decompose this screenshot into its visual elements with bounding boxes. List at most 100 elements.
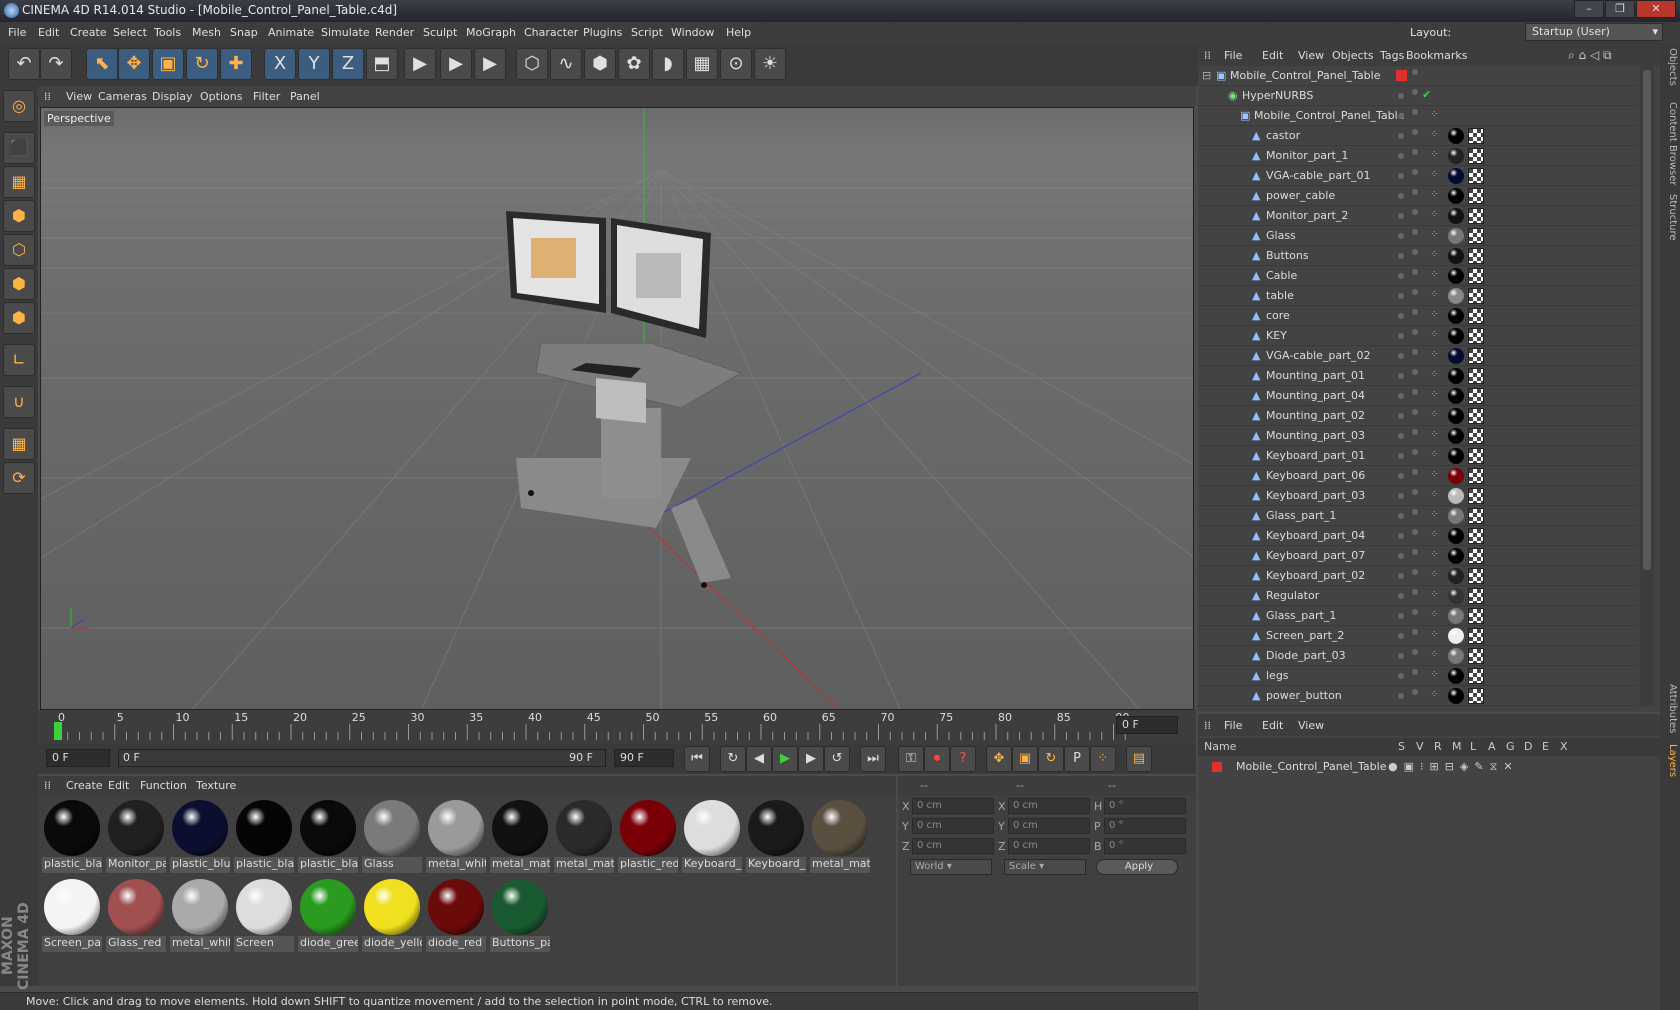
material-swatch[interactable]: metal_mate — [554, 798, 614, 874]
material-tag-icon[interactable] — [1448, 208, 1464, 224]
coord-mode-select[interactable]: World ▾ — [910, 859, 992, 875]
menu-script[interactable]: Script — [631, 26, 663, 39]
texture-tag-icon[interactable] — [1468, 668, 1484, 684]
attribute-column-r[interactable]: R — [1434, 740, 1442, 753]
editor-visibility-dot[interactable] — [1398, 453, 1404, 459]
render-visibility-dot[interactable] — [1412, 189, 1418, 195]
menu-tools[interactable]: Tools — [154, 26, 181, 39]
material-swatch[interactable]: metal_whit — [426, 798, 486, 874]
texture-tag-icon[interactable] — [1468, 288, 1484, 304]
phong-tag-icon[interactable]: ⁘ — [1430, 609, 1442, 623]
attribute-row-flags[interactable]: ●▣⁝⊞⊟◈✎⧖✕ — [1388, 760, 1519, 774]
material-swatch[interactable]: diode_yello — [362, 877, 422, 953]
phong-tag-icon[interactable]: ⁘ — [1430, 129, 1442, 143]
position-field[interactable]: 0 cm — [912, 798, 994, 814]
axis-mode-icon[interactable]: ∟ — [3, 344, 35, 376]
render-settings-icon[interactable]: ▶ — [474, 48, 506, 80]
layout-select[interactable]: Startup (User) ▾ — [1525, 23, 1663, 41]
material-menu-texture[interactable]: Texture — [196, 779, 236, 792]
phong-tag-icon[interactable]: ⁘ — [1430, 149, 1442, 163]
texture-tag-icon[interactable] — [1468, 588, 1484, 604]
loop-back-button[interactable]: ↺ — [824, 746, 850, 772]
phong-tag-icon[interactable]: ⁘ — [1430, 269, 1442, 283]
expand-icon[interactable] — [1238, 690, 1249, 701]
object-menu-tags[interactable]: Tags — [1380, 49, 1404, 62]
texture-tag-icon[interactable] — [1468, 148, 1484, 164]
material-tag-icon[interactable] — [1448, 548, 1464, 564]
material-tag-icon[interactable] — [1448, 168, 1464, 184]
object-row[interactable]: ▲ Glass_part_1 ⁘ — [1198, 606, 1638, 626]
editor-visibility-dot[interactable] — [1398, 233, 1404, 239]
render-visibility-dot[interactable] — [1412, 629, 1418, 635]
render-visibility-dot[interactable] — [1412, 569, 1418, 575]
object-row[interactable]: ▲ Glass_part_1 ⁘ — [1198, 506, 1638, 526]
object-row[interactable]: ▲ Screen_part_2 ⁘ — [1198, 626, 1638, 646]
redo-icon[interactable]: ↷ — [40, 48, 72, 80]
editor-visibility-dot[interactable] — [1398, 433, 1404, 439]
object-row[interactable]: ▲ VGA-cable_part_01 ⁘ — [1198, 166, 1638, 186]
expand-icon[interactable] — [1238, 270, 1249, 281]
object-row[interactable]: ▲ core ⁘ — [1198, 306, 1638, 326]
expand-icon[interactable] — [1238, 450, 1249, 461]
expand-icon[interactable] — [1238, 530, 1249, 541]
editor-visibility-dot[interactable] — [1398, 393, 1404, 399]
expand-icon[interactable] — [1238, 570, 1249, 581]
attribute-menu-view[interactable]: View — [1298, 719, 1324, 732]
move-tool-icon[interactable]: ✥ — [118, 48, 150, 80]
material-tag-icon[interactable] — [1448, 628, 1464, 644]
x-axis-lock-icon[interactable]: X — [264, 48, 296, 80]
material-tag-icon[interactable] — [1448, 568, 1464, 584]
tweak-mode-icon[interactable]: ∪ — [3, 386, 35, 418]
coord-scale-select[interactable]: Scale ▾ — [1004, 859, 1086, 875]
render-visibility-dot[interactable] — [1412, 129, 1418, 135]
side-tab-structure[interactable]: Structure — [1662, 194, 1678, 241]
render-visibility-dot[interactable] — [1412, 349, 1418, 355]
texture-tag-icon[interactable] — [1468, 268, 1484, 284]
phong-tag-icon[interactable]: ⁘ — [1430, 249, 1442, 263]
editor-visibility-dot[interactable] — [1398, 513, 1404, 519]
material-swatch[interactable]: plastic_red — [618, 798, 678, 874]
render-visibility-dot[interactable] — [1412, 549, 1418, 555]
expand-icon[interactable] — [1238, 230, 1249, 241]
menu-render[interactable]: Render — [375, 26, 414, 39]
expand-icon[interactable] — [1238, 370, 1249, 381]
expand-icon[interactable] — [1214, 90, 1225, 101]
menu-create[interactable]: Create — [70, 26, 107, 39]
editor-visibility-dot[interactable] — [1398, 333, 1404, 339]
attribute-column-m[interactable]: M — [1452, 740, 1462, 753]
render-visibility-dot[interactable] — [1412, 69, 1418, 75]
side-tab-content-browser[interactable]: Content Browser — [1662, 102, 1678, 185]
play-button[interactable]: ▶ — [772, 746, 798, 772]
array-icon[interactable]: ✿ — [618, 48, 650, 80]
current-frame-field[interactable]: 0 F — [1116, 716, 1178, 734]
param-key-icon[interactable]: P — [1064, 746, 1090, 772]
position-field[interactable]: 0 cm — [912, 838, 994, 854]
material-swatch[interactable]: Glass_red — [106, 877, 166, 953]
size-field[interactable]: 0 cm — [1008, 838, 1090, 854]
menu-file[interactable]: File — [8, 26, 26, 39]
attribute-column-x[interactable]: X — [1560, 740, 1568, 753]
material-swatch[interactable]: plastic_blu — [170, 798, 230, 874]
expand-icon[interactable] — [1238, 590, 1249, 601]
object-row[interactable]: ▲ Keyboard_part_07 ⁘ — [1198, 546, 1638, 566]
expand-icon[interactable] — [1238, 210, 1249, 221]
render-visibility-dot[interactable] — [1412, 649, 1418, 655]
render-visibility-dot[interactable] — [1412, 149, 1418, 155]
menu-mesh[interactable]: Mesh — [192, 26, 221, 39]
texture-tag-icon[interactable] — [1468, 688, 1484, 704]
attribute-column-name[interactable]: Name — [1204, 740, 1236, 753]
apply-button[interactable]: Apply — [1096, 859, 1178, 875]
menu-window[interactable]: Window — [671, 26, 714, 39]
render-visibility-dot[interactable] — [1412, 529, 1418, 535]
render-visibility-dot[interactable] — [1412, 469, 1418, 475]
menu-plugins[interactable]: Plugins — [583, 26, 622, 39]
texture-tag-icon[interactable] — [1468, 488, 1484, 504]
phong-tag-icon[interactable]: ⁘ — [1430, 109, 1442, 123]
object-row[interactable]: ▲ castor ⁘ — [1198, 126, 1638, 146]
material-swatch[interactable]: plastic_blac — [298, 798, 358, 874]
help-icon[interactable]: ? — [950, 746, 976, 772]
object-row[interactable]: ▲ Mounting_part_01 ⁘ — [1198, 366, 1638, 386]
material-tag-icon[interactable] — [1448, 508, 1464, 524]
object-row[interactable]: ▲ Mounting_part_02 ⁘ — [1198, 406, 1638, 426]
menu-snap[interactable]: Snap — [230, 26, 258, 39]
